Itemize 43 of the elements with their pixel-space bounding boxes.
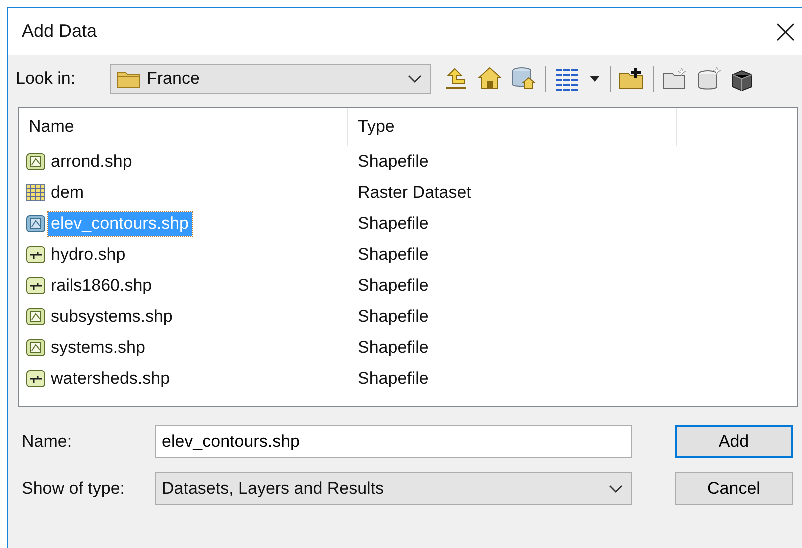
type-dropdown[interactable]: Datasets, Layers and Results [155,472,632,505]
file-type: Raster Dataset [357,182,472,202]
raster-grid-icon [26,184,46,202]
type-label: Show of type: [22,478,126,498]
column-header[interactable]: Name [19,108,348,146]
file-name[interactable]: systems.shp [48,336,148,360]
file-type: Shapefile [357,276,429,296]
polygon-layer-icon [26,338,46,356]
file-type: Shapefile [357,244,429,264]
up-arrow-icon[interactable] [443,66,469,92]
database-home-icon[interactable] [511,66,537,92]
file-name[interactable]: watersheds.shp [48,366,174,390]
name-field[interactable]: elev_contours.shp [155,425,632,458]
line-layer-icon [26,276,46,294]
file-type: Shapefile [357,368,429,388]
look-in-dropdown[interactable]: France [110,64,431,94]
polygon-layer-icon [26,152,46,170]
look-in-label: Look in: [16,69,77,89]
window-title: Add Data [22,21,98,42]
file-name[interactable]: subsystems.shp [48,304,176,328]
add-button[interactable]: Add [675,425,793,458]
file-name[interactable]: dem [48,180,88,204]
chevron-down-icon [408,74,422,84]
cancel-button[interactable]: Cancel [675,472,793,505]
name-label: Name: [22,432,74,452]
polygon-layer-icon [26,214,46,232]
file-type: Shapefile [357,152,429,172]
new-database-icon[interactable] [696,66,722,92]
list-view-icon[interactable] [554,66,580,92]
line-layer-icon [26,246,46,264]
line-layer-icon [26,370,46,388]
new-folder-icon[interactable] [662,66,688,92]
file-name[interactable]: rails1860.shp [48,274,156,298]
chevron-down-icon [609,484,623,494]
file-type: Shapefile [357,306,429,326]
file-type: Shapefile [357,338,429,358]
file-name[interactable]: hydro.shp [48,242,129,266]
close-button[interactable]: × [772,14,802,48]
file-name[interactable]: arrond.shp [48,150,136,174]
polygon-layer-icon [26,308,46,326]
column-header[interactable]: Type [348,108,677,146]
file-type: Shapefile [357,214,429,234]
home-icon[interactable] [477,66,503,92]
